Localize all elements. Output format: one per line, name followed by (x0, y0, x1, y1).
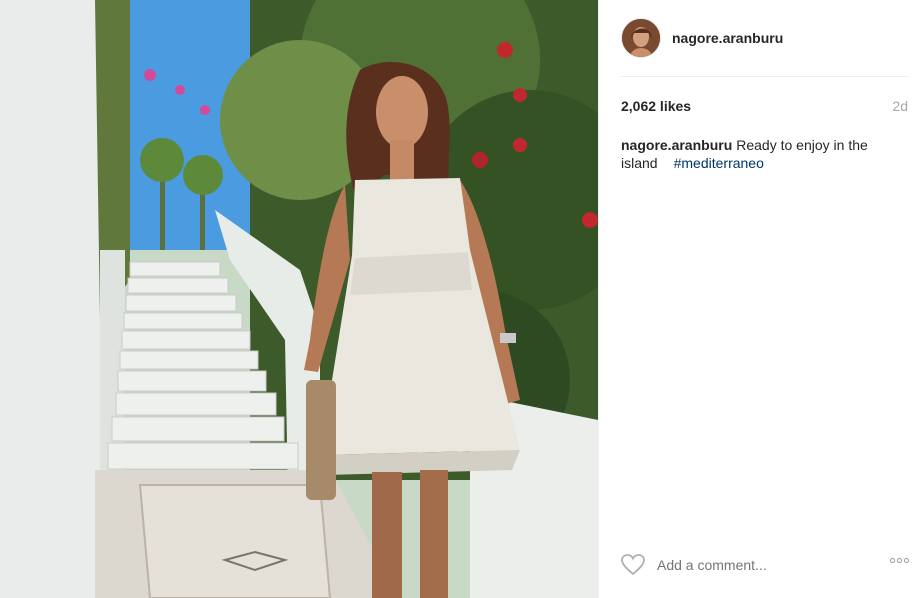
post-age[interactable]: 2d (892, 98, 908, 114)
post-username[interactable]: nagore.aranburu (672, 30, 783, 46)
likes-count[interactable]: 2,062 likes (621, 98, 691, 114)
comment-bar (621, 552, 909, 578)
more-dot (904, 558, 909, 563)
caption-username[interactable]: nagore.aranburu (621, 137, 732, 153)
post-caption: nagore.aranburu Ready to enjoy in the isl… (621, 136, 891, 172)
more-dot (897, 558, 902, 563)
post-header: nagore.aranburu (621, 17, 783, 59)
header-divider (621, 76, 909, 77)
more-dot (890, 558, 895, 563)
heart-outline-icon[interactable] (621, 554, 645, 576)
more-options-icon[interactable] (890, 558, 909, 563)
hashtag-link[interactable]: #mediterraneo (674, 155, 764, 171)
instagram-post-view: nagore.aranburu 2,062 likes 2d nagore.ar… (0, 0, 917, 598)
post-sidebar: nagore.aranburu 2,062 likes 2d nagore.ar… (598, 0, 917, 598)
avatar[interactable] (621, 18, 661, 58)
post-photo[interactable] (0, 0, 598, 598)
comment-input[interactable] (657, 557, 807, 573)
